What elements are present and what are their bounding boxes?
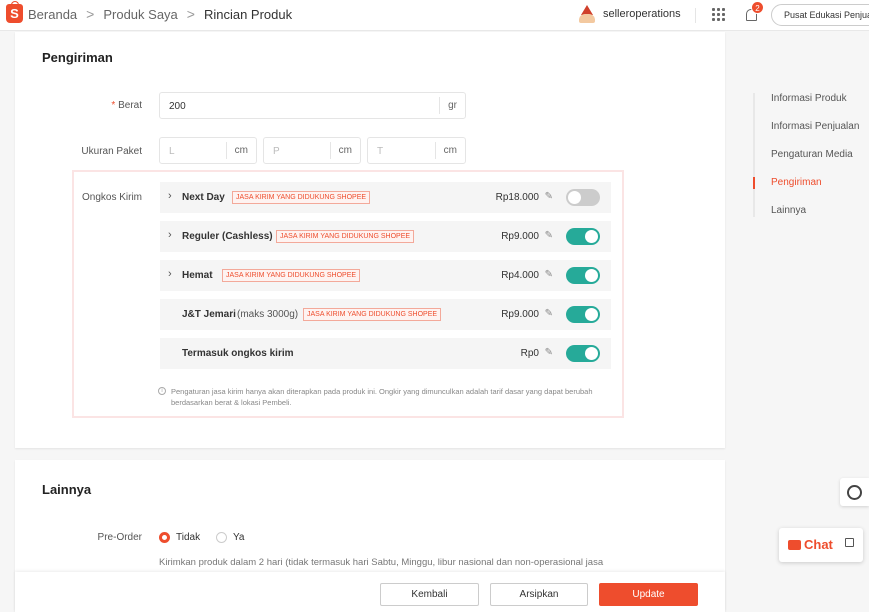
notification-badge: 2 — [751, 1, 764, 14]
courier-name: Next Day — [182, 192, 225, 203]
apps-grid-icon[interactable] — [712, 8, 725, 21]
divider — [695, 8, 696, 23]
shipping-toggle[interactable] — [566, 228, 600, 245]
weight-unit: gr — [439, 97, 465, 114]
edit-icon[interactable]: ✎ — [545, 230, 553, 241]
archive-button[interactable]: Arsipkan — [490, 583, 588, 606]
shipping-info-note: i Pengaturan jasa kirim hanya akan diter… — [158, 386, 620, 408]
shipping-row[interactable]: › Reguler (Cashless) JASA KIRIM YANG DID… — [160, 221, 611, 252]
preorder-option-yes[interactable]: Ya — [216, 532, 245, 543]
shopee-logo-icon[interactable]: S — [6, 1, 23, 23]
supported-tag: JASA KIRIM YANG DIDUKUNG SHOPEE — [222, 269, 361, 282]
shipping-price: Rp4.000 — [501, 270, 539, 281]
chevron-right-icon[interactable]: › — [168, 268, 172, 280]
edit-icon[interactable]: ✎ — [545, 308, 553, 319]
shipping-price: Rp18.000 — [495, 192, 539, 203]
package-length-input[interactable]: L cm — [159, 137, 257, 164]
shipping-price: Rp9.000 — [501, 309, 539, 320]
shipping-toggle[interactable] — [566, 189, 600, 206]
action-bar: Kembali Arsipkan Update — [15, 572, 725, 612]
info-icon: i — [158, 387, 166, 395]
update-button[interactable]: Update — [599, 583, 698, 606]
breadcrumb: Beranda > Produk Saya > Rincian Produk — [28, 6, 292, 22]
chevron-right-icon[interactable]: › — [168, 190, 172, 202]
chat-widget[interactable]: Chat — [779, 528, 863, 562]
preorder-label: Pre-Order — [97, 532, 142, 543]
weight-input[interactable]: 200 gr — [159, 92, 466, 119]
section-title: Pengiriman — [42, 50, 113, 65]
section-navigation: Informasi Produk Informasi Penjualan Pen… — [753, 93, 868, 217]
shipping-row[interactable]: › Hemat JASA KIRIM YANG DIDUKUNG SHOPEE … — [160, 260, 611, 291]
shipping-fee-label: Ongkos Kirim — [81, 192, 142, 203]
section-title: Lainnya — [42, 482, 92, 497]
courier-name: Hemat — [182, 270, 213, 281]
top-bar: S Beranda > Produk Saya > Rincian Produk… — [0, 0, 869, 31]
back-button[interactable]: Kembali — [380, 583, 479, 606]
breadcrumb-current: Rincian Produk — [203, 6, 293, 22]
preorder-note: Kirimkan produk dalam 2 hari (tidak term… — [159, 557, 604, 568]
shipping-price: Rp0 — [520, 348, 539, 359]
supported-tag: JASA KIRIM YANG DIDUKUNG SHOPEE — [232, 191, 371, 204]
minimize-icon[interactable] — [845, 538, 854, 547]
courier-name: J&T Jemari — [182, 309, 236, 320]
username: selleroperations — [603, 8, 681, 20]
nav-item-sales-info[interactable]: Informasi Penjualan — [771, 121, 859, 132]
breadcrumb-section[interactable]: Produk Saya — [103, 7, 177, 22]
chat-label: Chat — [804, 537, 833, 552]
edit-icon[interactable]: ✎ — [545, 347, 553, 358]
shipping-toggle[interactable] — [566, 267, 600, 284]
shipping-section: Pengiriman * Berat 200 gr Ukuran Paket L… — [15, 32, 725, 448]
radio-unselected-icon — [216, 532, 227, 543]
shipping-row[interactable]: Termasuk ongkos kirim Rp0 ✎ — [160, 338, 611, 369]
avatar — [578, 4, 595, 24]
edit-icon[interactable]: ✎ — [545, 191, 553, 202]
weight-value: 200 — [169, 101, 186, 112]
chevron-right-icon[interactable]: › — [168, 229, 172, 241]
shipping-price: Rp9.000 — [501, 231, 539, 242]
supported-tag: JASA KIRIM YANG DIDUKUNG SHOPEE — [276, 230, 415, 243]
shipping-row[interactable]: J&T Jemari (maks 3000g) JASA KIRIM YANG … — [160, 299, 611, 330]
package-height-input[interactable]: T cm — [367, 137, 466, 164]
seller-education-button[interactable]: Pusat Edukasi Penjual — [771, 4, 869, 26]
courier-weight-limit: (maks 3000g) — [237, 309, 299, 320]
radio-selected-icon — [159, 532, 170, 543]
nav-item-media-settings[interactable]: Pengaturan Media — [771, 149, 853, 160]
shipping-toggle[interactable] — [566, 306, 600, 323]
edit-icon[interactable]: ✎ — [545, 269, 553, 280]
courier-name: Termasuk ongkos kirim — [182, 348, 294, 359]
shipping-row[interactable]: › Next Day JASA KIRIM YANG DIDUKUNG SHOP… — [160, 182, 611, 213]
shipping-options-panel: Ongkos Kirim › Next Day JASA KIRIM YANG … — [72, 170, 624, 418]
breadcrumb-home[interactable]: Beranda — [28, 7, 77, 22]
active-marker — [753, 177, 755, 189]
nav-item-product-info[interactable]: Informasi Produk — [771, 93, 847, 104]
breadcrumb-separator: > — [186, 6, 195, 22]
supported-tag: JASA KIRIM YANG DIDUKUNG SHOPEE — [303, 308, 442, 321]
weight-label: * Berat — [111, 100, 142, 111]
nav-item-shipping[interactable]: Pengiriman — [771, 177, 822, 188]
chat-icon — [788, 540, 801, 550]
shipping-toggle[interactable] — [566, 345, 600, 362]
package-size-label: Ukuran Paket — [81, 146, 142, 157]
nav-item-others[interactable]: Lainnya — [771, 205, 806, 216]
courier-name: Reguler (Cashless) — [182, 231, 273, 242]
package-width-input[interactable]: P cm — [263, 137, 361, 164]
account-menu[interactable]: selleroperations — [578, 4, 681, 24]
shipping-note-text: Pengaturan jasa kirim hanya akan diterap… — [171, 387, 593, 407]
preorder-option-no[interactable]: Tidak — [159, 532, 200, 543]
breadcrumb-separator: > — [86, 6, 95, 22]
support-headset-icon[interactable] — [840, 478, 869, 506]
